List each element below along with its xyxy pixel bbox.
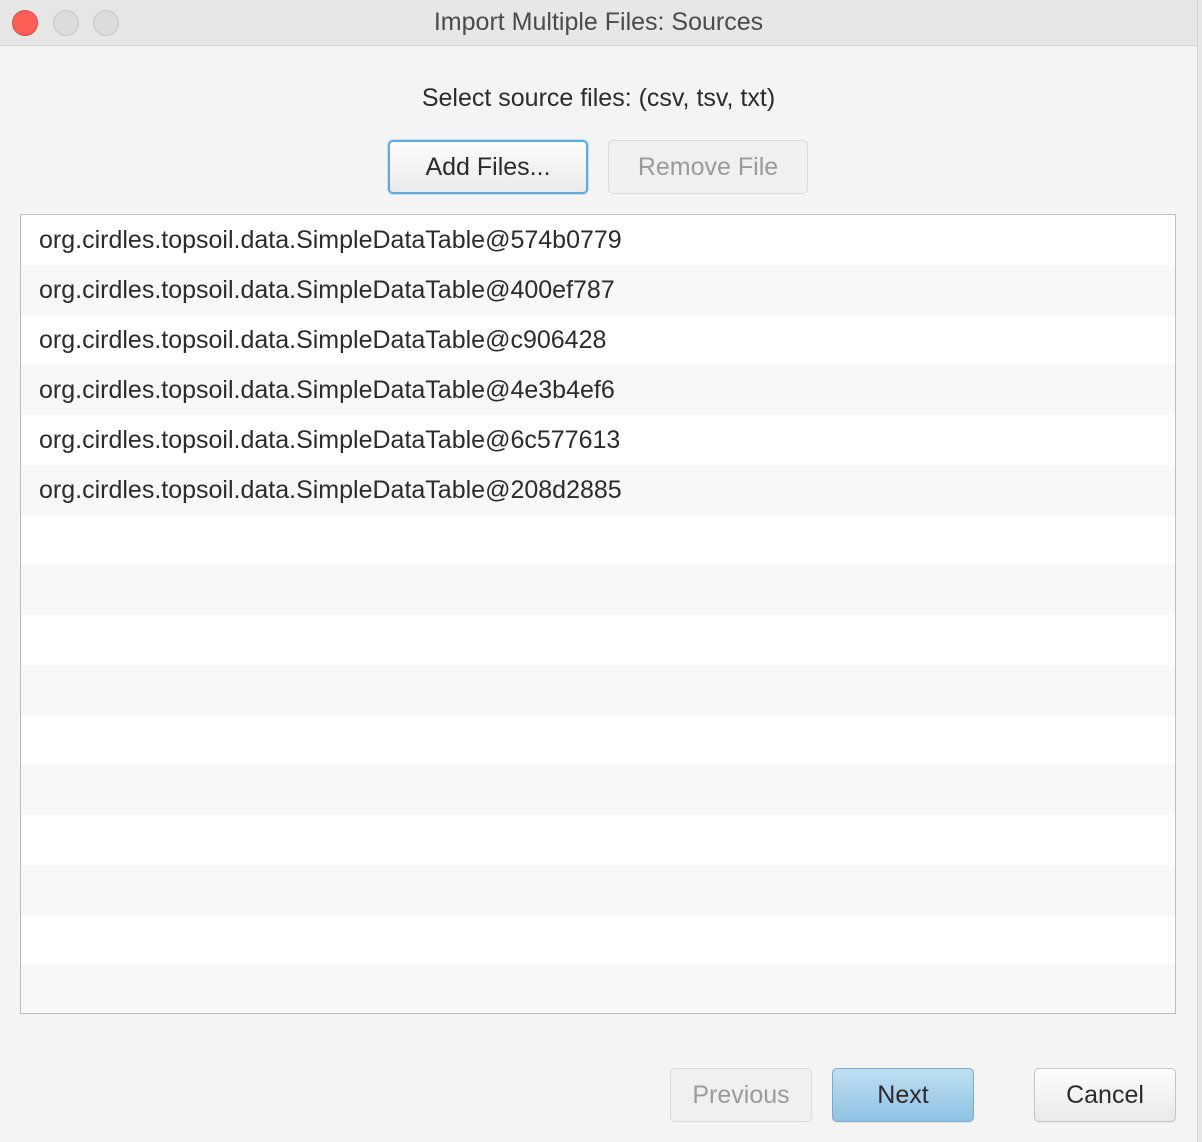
cancel-button[interactable]: Cancel (1034, 1068, 1176, 1122)
empty-list-row (21, 715, 1175, 765)
empty-list-row (21, 665, 1175, 715)
empty-list-row (21, 865, 1175, 915)
window-title: Import Multiple Files: Sources (433, 8, 764, 36)
source-files-prompt: Select source files: (csv, tsv, txt) (421, 84, 776, 112)
dialog-window: Import Multiple Files: Sources Select so… (0, 0, 1198, 1142)
title-bar: Import Multiple Files: Sources (0, 0, 1197, 46)
empty-list-row (21, 815, 1175, 865)
list-item[interactable]: org.cirdles.topsoil.data.SimpleDataTable… (21, 265, 1175, 315)
source-files-list[interactable]: org.cirdles.topsoil.data.SimpleDataTable… (20, 214, 1176, 1014)
previous-button[interactable]: Previous (670, 1068, 812, 1122)
list-item[interactable]: org.cirdles.topsoil.data.SimpleDataTable… (21, 365, 1175, 415)
next-button[interactable]: Next (832, 1068, 974, 1122)
add-files-button[interactable]: Add Files... (388, 140, 588, 194)
list-item[interactable]: org.cirdles.topsoil.data.SimpleDataTable… (21, 465, 1175, 515)
list-item[interactable]: org.cirdles.topsoil.data.SimpleDataTable… (21, 315, 1175, 365)
remove-file-button[interactable]: Remove File (608, 140, 808, 194)
empty-list-row (21, 965, 1175, 1013)
empty-list-row (21, 765, 1175, 815)
empty-list-row (21, 515, 1175, 565)
empty-list-row (21, 565, 1175, 615)
list-item[interactable]: org.cirdles.topsoil.data.SimpleDataTable… (21, 215, 1175, 265)
empty-list-row (21, 615, 1175, 665)
empty-list-row (21, 915, 1175, 965)
list-item[interactable]: org.cirdles.topsoil.data.SimpleDataTable… (21, 415, 1175, 465)
